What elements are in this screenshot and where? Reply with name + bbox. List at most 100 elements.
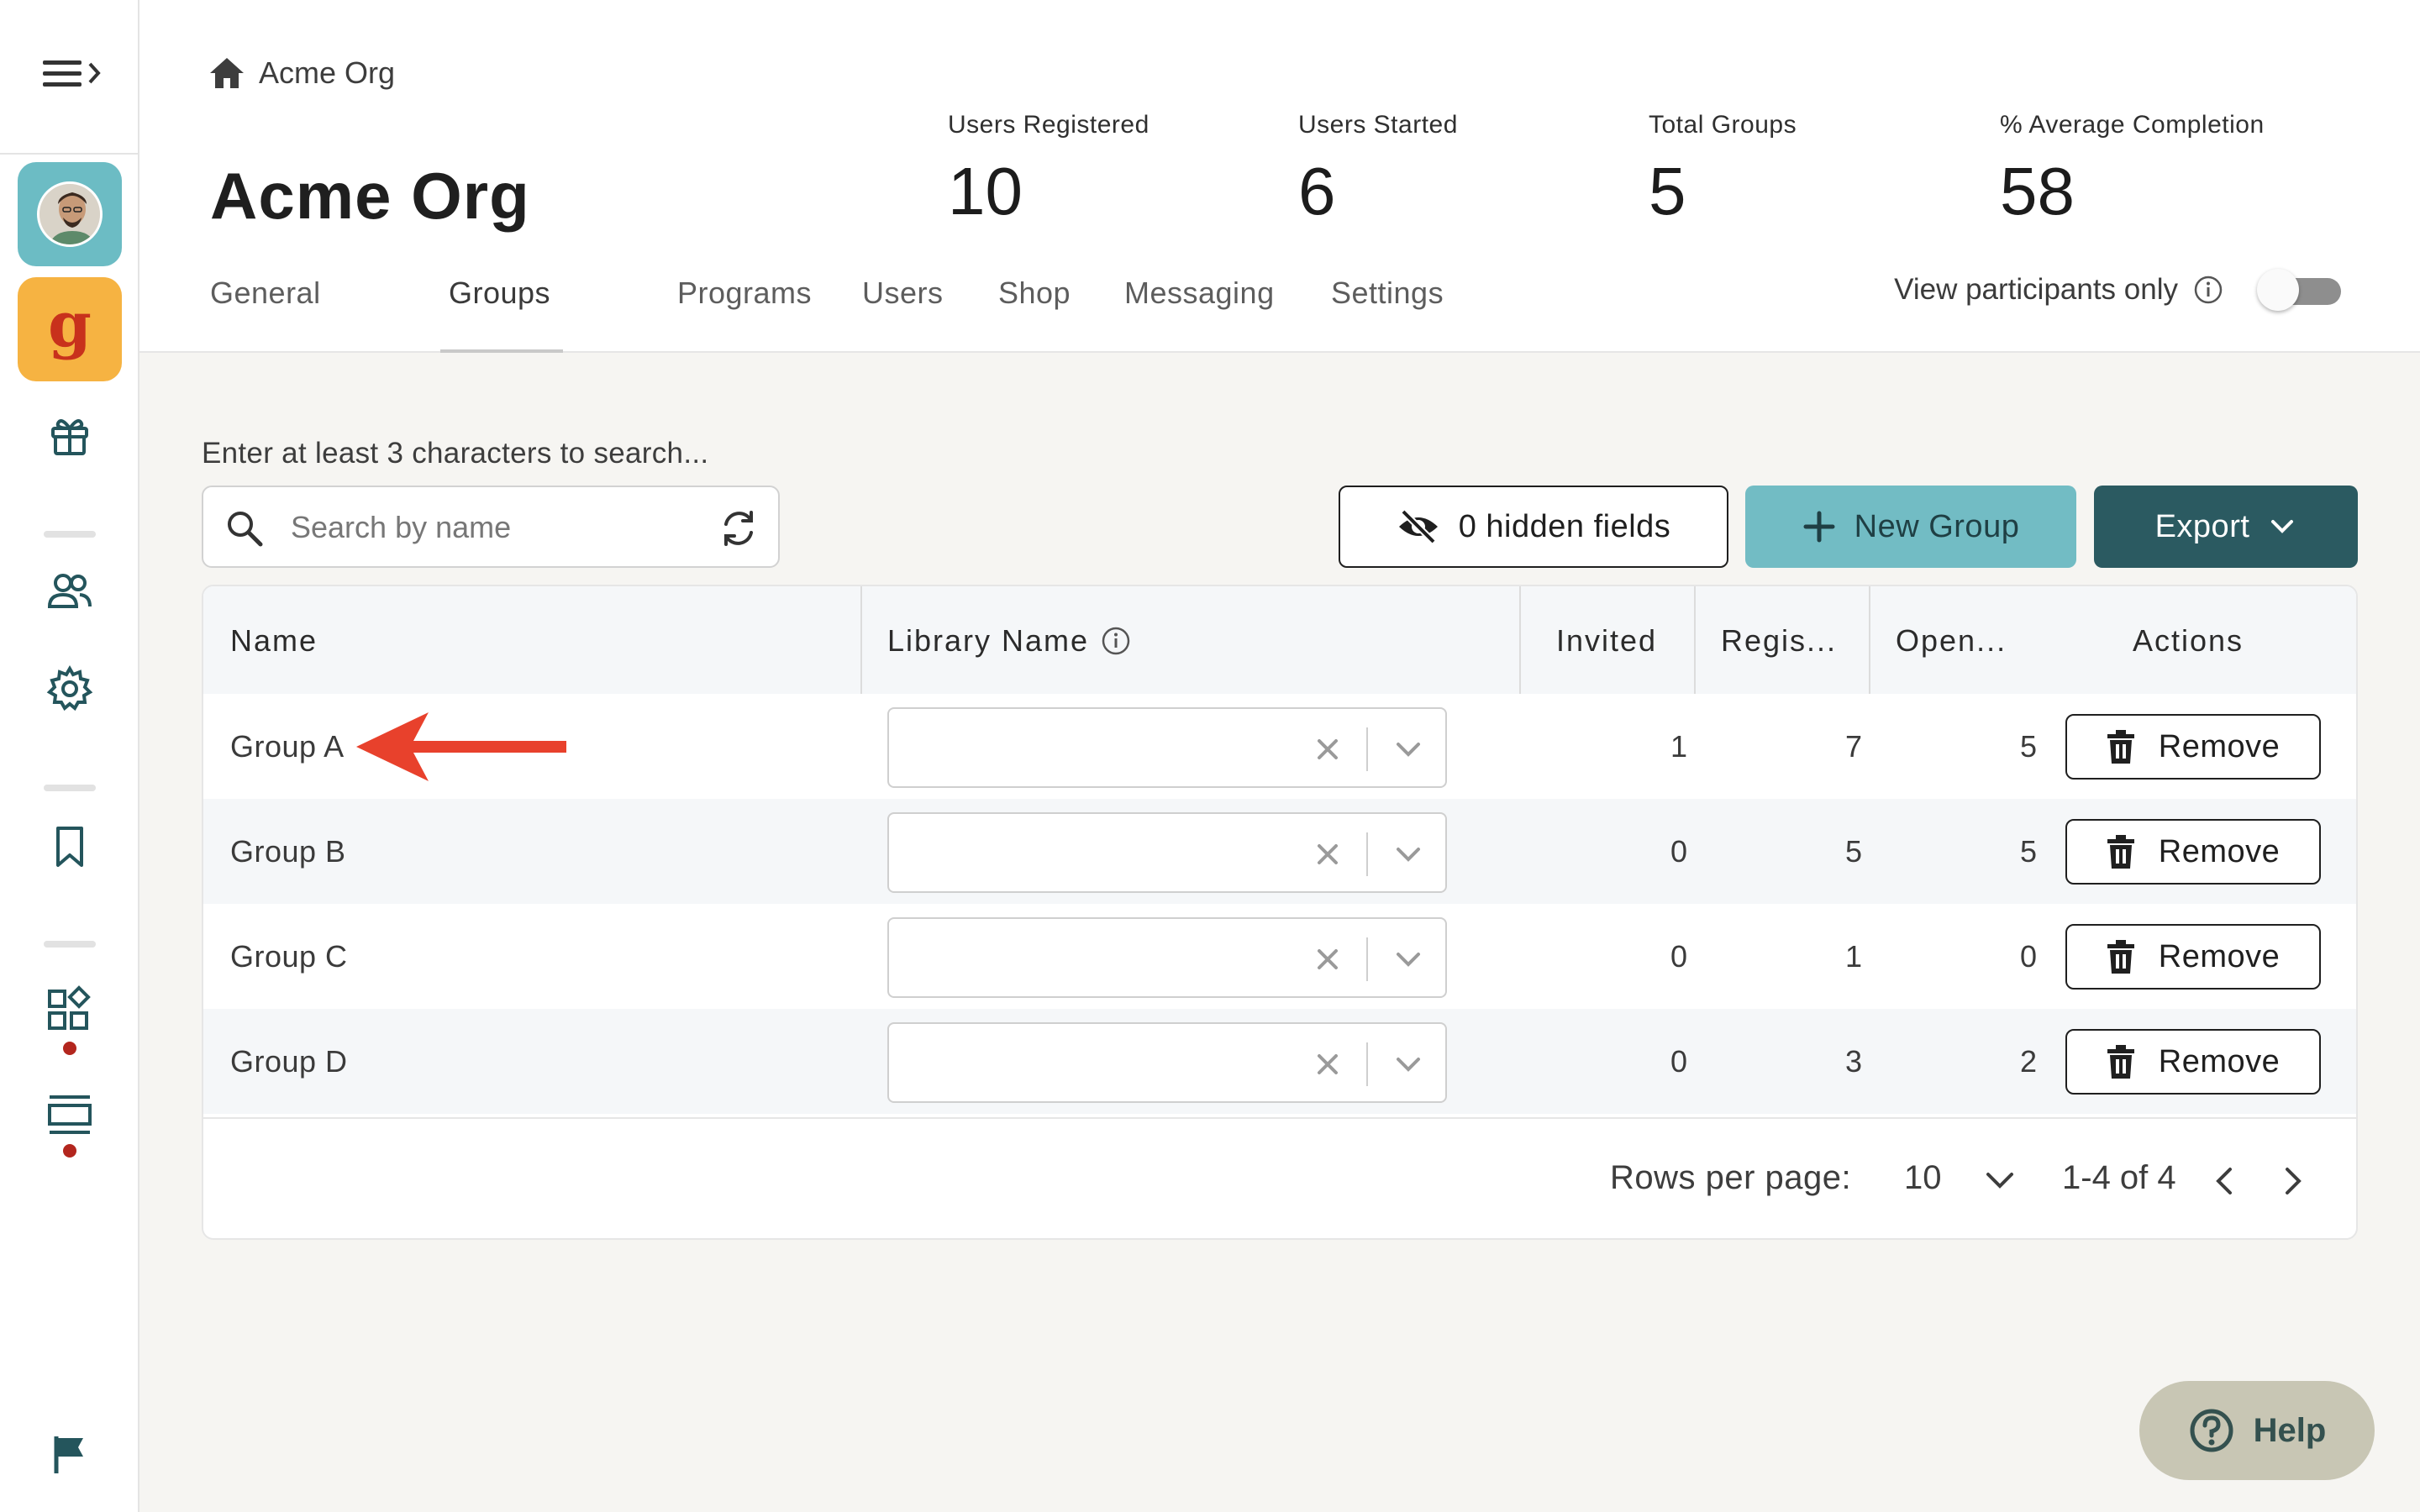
info-icon[interactable] — [1101, 626, 1131, 656]
user-avatar-button[interactable] — [18, 162, 122, 266]
search-input[interactable] — [291, 506, 677, 549]
column-divider[interactable] — [1869, 586, 1870, 694]
invited-count: 0 — [1670, 1044, 1687, 1079]
tab-general[interactable]: General — [210, 276, 321, 311]
active-tab-indicator — [440, 349, 563, 353]
tab-messaging[interactable]: Messaging — [1124, 276, 1275, 311]
column-divider[interactable] — [1519, 586, 1521, 694]
column-divider[interactable] — [1694, 586, 1696, 694]
chevron-down-icon — [2271, 520, 2294, 533]
remove-button[interactable]: Remove — [2065, 1029, 2321, 1095]
sidebar-item-people[interactable] — [0, 564, 139, 618]
tab-shop[interactable]: Shop — [998, 276, 1071, 311]
sidebar: g — [0, 0, 139, 1512]
remove-label: Remove — [2158, 728, 2281, 764]
remove-button[interactable]: Remove — [2065, 714, 2321, 780]
chevron-down-icon[interactable] — [1393, 738, 1423, 761]
chevron-right-icon[interactable] — [2281, 1164, 2306, 1198]
group-name[interactable]: Group C — [230, 939, 348, 974]
sidebar-item-report[interactable] — [0, 1428, 139, 1482]
select-separator — [1366, 937, 1368, 981]
brand-app-button[interactable]: g — [18, 277, 122, 381]
group-name[interactable]: Group D — [230, 1044, 348, 1079]
new-group-button[interactable]: New Group — [1745, 486, 2076, 568]
home-icon[interactable] — [208, 56, 245, 90]
library-select[interactable] — [887, 1022, 1447, 1103]
view-participants-label: View participants only — [1894, 273, 2178, 306]
library-select[interactable] — [887, 707, 1447, 788]
sidebar-divider — [0, 153, 139, 155]
toggle-thumb — [2257, 269, 2299, 311]
hidden-fields-label: 0 hidden fields — [1458, 508, 1671, 544]
opened-count: 0 — [2019, 939, 2037, 974]
stat-users-started: Users Started 6 — [1298, 111, 1458, 225]
library-select[interactable] — [887, 917, 1447, 998]
stat-total-groups: Total Groups 5 — [1649, 111, 1797, 225]
column-header-invited[interactable]: Invited — [1556, 623, 1657, 659]
tab-groups[interactable]: Groups — [449, 276, 550, 311]
trash-icon — [2107, 940, 2134, 974]
sidebar-item-widgets[interactable] — [0, 983, 139, 1037]
remove-button[interactable]: Remove — [2065, 819, 2321, 885]
gift-icon — [51, 419, 88, 455]
chevron-down-icon[interactable] — [1983, 1168, 2017, 1193]
column-header-name[interactable]: Name — [230, 623, 318, 659]
clear-icon[interactable] — [1311, 942, 1344, 976]
groups-table: Name Library Name Invited Regis... Open.… — [202, 585, 2358, 1240]
search-hint: Enter at least 3 characters to search... — [202, 437, 709, 470]
help-icon — [2190, 1409, 2233, 1452]
stat-value: 10 — [948, 154, 1023, 228]
chevron-down-icon[interactable] — [1393, 948, 1423, 971]
stat-label: Users Registered — [948, 111, 1150, 139]
sidebar-item-settings[interactable] — [0, 662, 139, 716]
remove-button[interactable]: Remove — [2065, 924, 2321, 990]
info-icon[interactable] — [2193, 275, 2223, 305]
export-button[interactable]: Export — [2094, 486, 2358, 568]
clear-icon[interactable] — [1311, 732, 1344, 766]
select-separator — [1366, 1042, 1368, 1086]
invited-count: 1 — [1670, 729, 1687, 764]
reset-search-icon[interactable] — [719, 509, 758, 548]
widgets-icon — [48, 985, 91, 1030]
stat-average-completion: % Average Completion 58 — [2000, 111, 2265, 225]
library-select[interactable] — [887, 812, 1447, 893]
trash-icon — [2107, 1045, 2134, 1079]
select-separator — [1366, 832, 1368, 876]
clear-icon[interactable] — [1311, 837, 1344, 871]
tab-settings[interactable]: Settings — [1331, 276, 1444, 311]
menu-toggle-button[interactable] — [0, 47, 139, 101]
help-button[interactable]: Help — [2139, 1381, 2375, 1480]
invited-count: 0 — [1670, 939, 1687, 974]
sidebar-item-rewards[interactable] — [0, 408, 139, 462]
view-participants-toggle[interactable] — [2257, 269, 2341, 311]
new-group-label: New Group — [1854, 508, 2020, 544]
group-name[interactable]: Group A — [230, 729, 345, 764]
notification-dot — [63, 1042, 76, 1055]
sidebar-separator — [44, 531, 96, 538]
hidden-fields-button[interactable]: 0 hidden fields — [1339, 486, 1728, 568]
group-name[interactable]: Group B — [230, 834, 346, 869]
chevron-down-icon[interactable] — [1393, 1053, 1423, 1076]
gear-icon — [46, 664, 93, 711]
app-root: g Acme Org Acme Org Users Registered 10 … — [0, 0, 2420, 1512]
sidebar-separator — [44, 941, 96, 948]
sidebar-item-layout[interactable] — [0, 1089, 139, 1142]
column-header-registered[interactable]: Regis... — [1721, 623, 1837, 659]
page-title: Acme Org — [210, 159, 530, 233]
tab-users[interactable]: Users — [862, 276, 944, 311]
rows-per-page-select[interactable]: 10 — [1904, 1159, 1942, 1197]
flag-icon — [54, 1436, 83, 1473]
clear-icon[interactable] — [1311, 1047, 1344, 1081]
column-header-library[interactable]: Library Name — [887, 623, 1131, 659]
remove-label: Remove — [2158, 1043, 2281, 1079]
tab-programs[interactable]: Programs — [677, 276, 812, 311]
chevron-down-icon[interactable] — [1393, 843, 1423, 866]
column-divider[interactable] — [860, 586, 862, 694]
chevron-left-icon[interactable] — [2212, 1164, 2237, 1198]
breadcrumb-link[interactable]: Acme Org — [259, 55, 395, 91]
sidebar-item-saved[interactable] — [0, 820, 139, 874]
export-label: Export — [2154, 508, 2250, 544]
trash-icon — [2107, 730, 2134, 764]
registered-count: 7 — [1844, 729, 1862, 764]
column-header-opened[interactable]: Open... — [1896, 623, 2007, 659]
